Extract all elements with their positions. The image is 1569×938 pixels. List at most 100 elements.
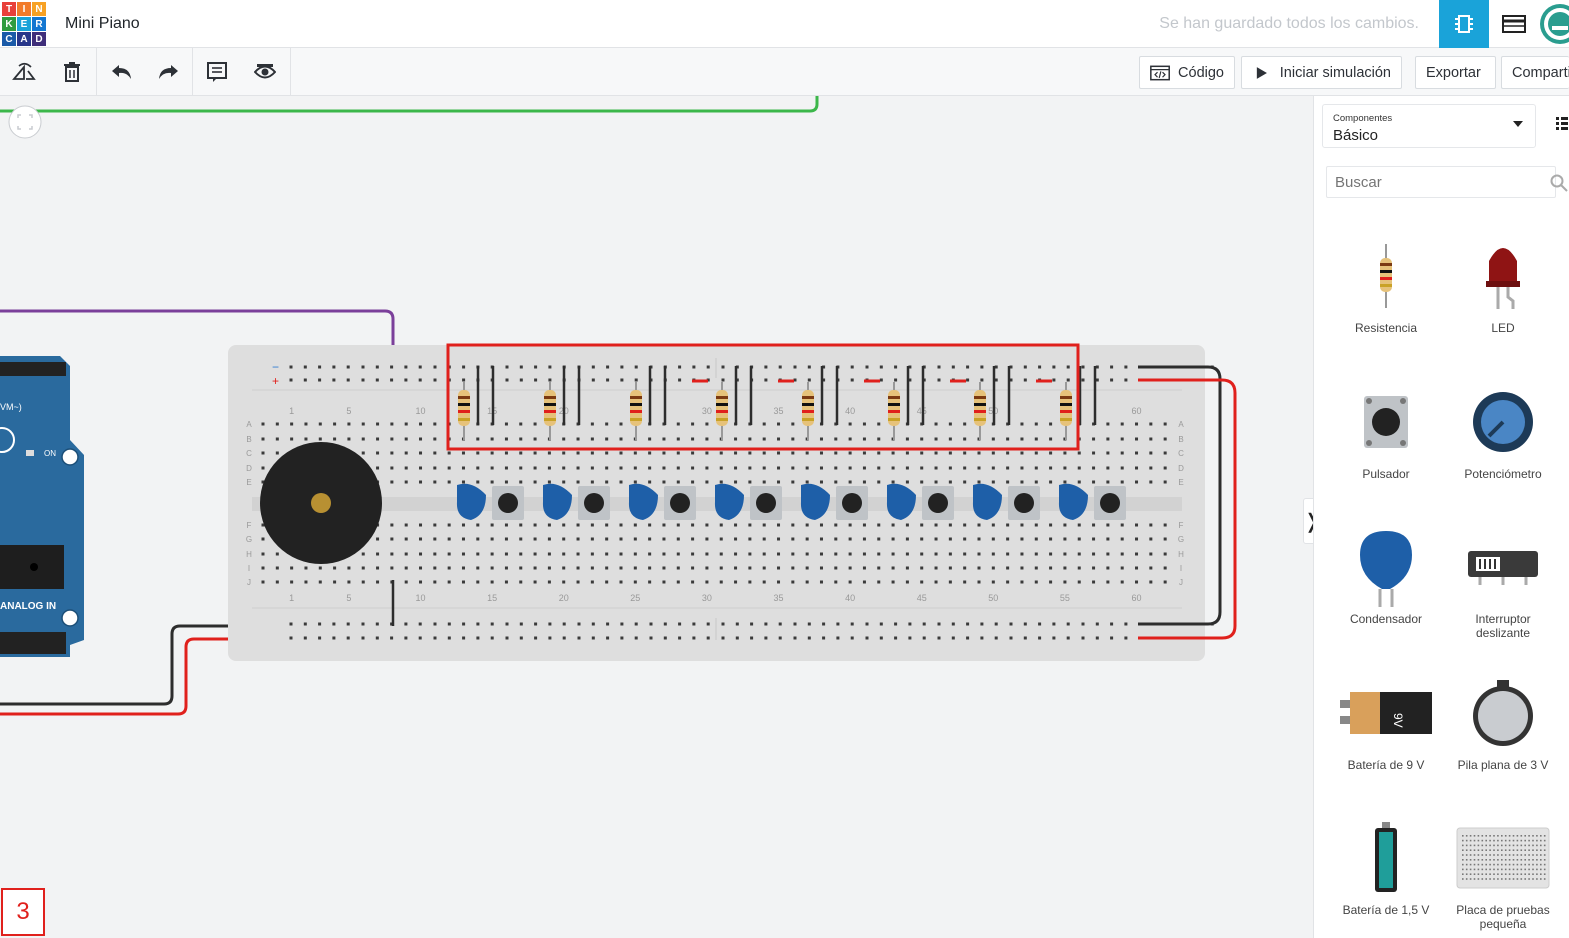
component-coin-cell[interactable]: Pila plana de 3 V xyxy=(1448,668,1558,772)
component-label: Resistencia xyxy=(1354,321,1418,335)
column-number-top: 1 xyxy=(289,406,294,416)
row-letter-left: E xyxy=(246,478,251,487)
redo-button[interactable] xyxy=(150,54,186,90)
component-9v-battery[interactable]: 9V Batería de 9 V xyxy=(1331,668,1441,772)
row-letter-left: B xyxy=(246,435,251,444)
column-number-bottom: 10 xyxy=(416,593,426,603)
pushbutton xyxy=(1094,486,1126,520)
arduino-board: ON ANALOG IN VM~) xyxy=(0,356,84,657)
components-value: Básico xyxy=(1333,127,1379,144)
row-letter-right: G xyxy=(1178,535,1184,544)
column-number-bottom: 35 xyxy=(774,593,784,603)
resistor-icon xyxy=(1380,244,1392,308)
pushbutton xyxy=(922,486,954,520)
piezo-buzzer xyxy=(260,442,382,564)
circuit-drawing[interactable]: ON ANALOG IN VM~) − + 115510101515202025… xyxy=(0,96,1313,938)
row-letter-right: A xyxy=(1178,420,1184,429)
code-button[interactable]: Código xyxy=(1139,56,1235,89)
svg-text:VM~): VM~) xyxy=(0,402,22,412)
capacitor-icon xyxy=(1360,531,1412,607)
visibility-button[interactable] xyxy=(247,54,283,90)
row-letter-left: J xyxy=(247,578,251,587)
list-view-button[interactable] xyxy=(1554,116,1569,135)
row-letter-right: J xyxy=(1179,578,1183,587)
column-number-bottom: 60 xyxy=(1132,593,1142,603)
column-number-top: 10 xyxy=(416,406,426,416)
redo-icon xyxy=(159,65,178,79)
slide-switch-icon xyxy=(1468,551,1538,585)
component-label: Batería de 9 V xyxy=(1347,758,1425,772)
potentiometer-icon xyxy=(1473,392,1533,452)
chip-icon xyxy=(1455,15,1473,33)
component-capacitor[interactable]: Condensador xyxy=(1331,522,1441,626)
delete-button[interactable] xyxy=(54,54,90,90)
component-label: Placa de pruebas pequeña xyxy=(1456,903,1550,931)
battery-aa-icon xyxy=(1375,822,1397,892)
pushbutton xyxy=(492,486,524,520)
column-number-top: 30 xyxy=(702,406,712,416)
share-button[interactable]: Compartir xyxy=(1501,56,1569,89)
search-input[interactable] xyxy=(1326,166,1556,198)
trash-icon xyxy=(64,62,80,82)
component-label: Condensador xyxy=(1349,612,1423,626)
circuit-view-button[interactable] xyxy=(1439,0,1489,48)
component-pushbutton[interactable]: Pulsador xyxy=(1331,377,1441,481)
column-number-bottom: 55 xyxy=(1060,593,1070,603)
component-resistor[interactable]: Resistencia xyxy=(1331,231,1441,335)
row-letter-left: G xyxy=(246,535,252,544)
row-letter-left: D xyxy=(246,464,252,473)
pushbutton-icon xyxy=(1364,396,1408,448)
design-title[interactable]: Mini Piano xyxy=(65,15,140,33)
caret-down-icon xyxy=(1513,121,1523,127)
column-number-bottom: 25 xyxy=(630,593,640,603)
undo-icon xyxy=(112,65,131,79)
circuit-canvas[interactable]: ON ANALOG IN VM~) − + 115510101515202025… xyxy=(0,96,1313,938)
share-label: Compartir xyxy=(1512,64,1569,81)
column-number-bottom: 20 xyxy=(559,593,569,603)
row-letter-left: H xyxy=(246,550,252,559)
export-label: Exportar xyxy=(1426,64,1481,81)
fit-view-icon xyxy=(8,105,42,139)
row-letter-left: C xyxy=(246,449,252,458)
component-slide-switch[interactable]: Interruptor deslizante xyxy=(1448,522,1558,640)
user-avatar[interactable] xyxy=(1540,4,1569,44)
component-small-breadboard[interactable]: Placa de pruebas pequeña xyxy=(1448,813,1558,931)
component-1-5v-battery[interactable]: Batería de 1,5 V xyxy=(1331,813,1441,917)
notes-button[interactable] xyxy=(199,54,235,90)
column-number-top: 35 xyxy=(774,406,784,416)
tinkercad-logo[interactable]: T I N K E R C A D xyxy=(2,2,46,46)
svg-text:9V: 9V xyxy=(1391,713,1405,728)
start-simulation-button[interactable]: Iniciar simulación xyxy=(1241,56,1402,89)
page-number: 3 xyxy=(1,888,45,936)
component-potentiometer[interactable]: Potenciómetro xyxy=(1448,377,1558,481)
export-button[interactable]: Exportar xyxy=(1415,56,1496,89)
row-letter-right: C xyxy=(1178,449,1184,458)
column-number-bottom: 15 xyxy=(487,593,497,603)
pushbutton xyxy=(664,486,696,520)
component-label: Pila plana de 3 V xyxy=(1457,758,1549,772)
row-letter-left: I xyxy=(248,564,250,573)
start-simulation-label: Iniciar simulación xyxy=(1279,64,1391,81)
row-letter-left: F xyxy=(247,521,252,530)
search-icon xyxy=(1550,174,1568,192)
undo-button[interactable] xyxy=(104,54,140,90)
schematic-view-button[interactable] xyxy=(1489,0,1539,48)
coin-cell-icon xyxy=(1473,680,1533,746)
rotate-icon xyxy=(12,62,36,80)
list-icon xyxy=(1556,117,1569,130)
table-icon xyxy=(1502,15,1526,33)
component-led[interactable]: LED xyxy=(1448,231,1558,335)
component-label: Interruptor deslizante xyxy=(1475,612,1531,640)
components-dropdown[interactable]: Componentes Básico xyxy=(1322,104,1536,148)
row-letter-right: E xyxy=(1178,478,1183,487)
column-number-top: 5 xyxy=(346,406,351,416)
play-icon xyxy=(1256,66,1267,79)
column-number-bottom: 1 xyxy=(289,593,294,603)
components-panel: Componentes Básico Resistencia LED Pulsa… xyxy=(1313,96,1569,938)
green-wire xyxy=(0,96,819,113)
battery-9v-icon: 9V xyxy=(1340,692,1432,734)
rotate-button[interactable] xyxy=(6,54,42,90)
led-icon xyxy=(1486,248,1520,309)
notes-icon xyxy=(207,62,227,82)
eye-icon xyxy=(254,64,276,79)
